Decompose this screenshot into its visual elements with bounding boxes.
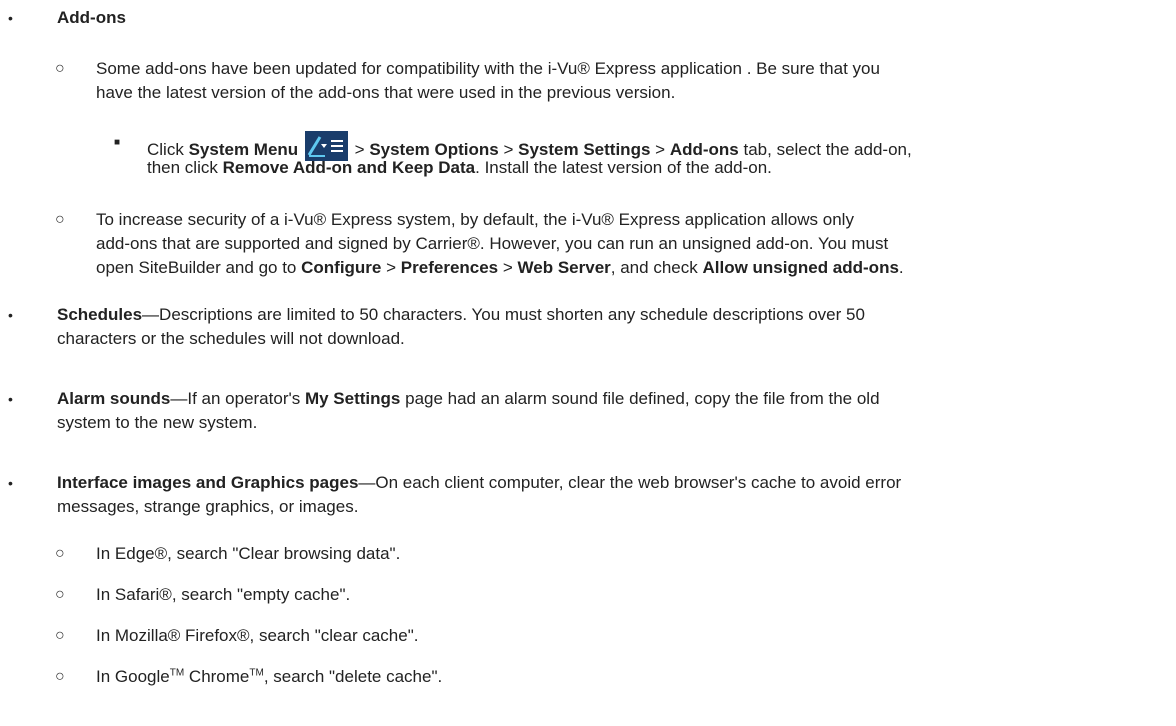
step-remove-keep: Remove Add-on and Keep Data xyxy=(222,158,476,177)
chrome-tm1: TM xyxy=(169,667,185,679)
bullet-alarm: • xyxy=(8,391,13,407)
sub2-web-server: Web Server xyxy=(517,258,611,277)
alarm-line2: system to the new system. xyxy=(57,413,258,432)
sub2-gt1: > xyxy=(386,258,397,277)
bullet-interface: • xyxy=(8,475,13,491)
bullet-addons-sub1: ○ xyxy=(55,60,65,77)
bullet-step: ■ xyxy=(114,137,121,148)
step-line2: then click Remove Add-on and Keep Data. … xyxy=(147,156,772,180)
interface-line1-rest: —On each client computer, clear the web … xyxy=(358,473,902,492)
bullet-addons-sub2: ○ xyxy=(55,211,65,228)
browser-chrome: In GoogleTM ChromeTM, search "delete cac… xyxy=(96,665,442,689)
sub2-pre: open SiteBuilder and go to xyxy=(96,258,297,277)
sub2-end: . xyxy=(898,258,904,277)
sub2-gt2: > xyxy=(502,258,513,277)
interface-line1: Interface images and Graphics pages—On e… xyxy=(57,471,901,495)
addons-sub1-line2: have the latest version of the add-ons t… xyxy=(96,83,676,102)
schedules-line1: Schedules—Descriptions are limited to 50… xyxy=(57,303,865,327)
alarm-heading: Alarm sounds xyxy=(57,389,171,408)
sub2-and-check: , and check xyxy=(610,258,698,277)
chrome-tm2: TM xyxy=(249,667,264,679)
sub2-allow-unsigned: Allow unsigned add-ons xyxy=(702,258,899,277)
addons-sub2-line1: To increase security of a i-Vu® Express … xyxy=(96,210,854,229)
bullet-safari: ○ xyxy=(55,586,65,603)
addons-sub2-line2: add-ons that are supported and signed by… xyxy=(96,234,889,253)
chrome-mid: Chrome xyxy=(184,667,250,686)
addons-heading: Add-ons xyxy=(57,8,126,27)
chrome-post: , search "delete cache". xyxy=(263,667,443,686)
bullet-addons: • xyxy=(8,10,13,26)
browser-firefox: In Mozilla® Firefox®, search "clear cach… xyxy=(96,626,419,645)
bullet-chrome: ○ xyxy=(55,668,65,685)
chrome-pre: In Google xyxy=(96,667,170,686)
schedules-line1-rest: —Descriptions are limited to 50 characte… xyxy=(142,305,865,324)
alarm-my-settings: My Settings xyxy=(304,389,401,408)
sub2-configure: Configure xyxy=(301,258,382,277)
sub2-preferences: Preferences xyxy=(400,258,499,277)
alarm-line1-pre: —If an operator's xyxy=(170,389,301,408)
schedules-line2: characters or the schedules will not dow… xyxy=(57,329,405,348)
browser-safari: In Safari®, search "empty cache". xyxy=(96,585,351,604)
bullet-schedules: • xyxy=(8,307,13,323)
alarm-line1-post: page had an alarm sound file defined, co… xyxy=(405,389,880,408)
bullet-firefox: ○ xyxy=(55,627,65,644)
addons-sub1-line1: Some add-ons have been updated for compa… xyxy=(96,59,880,78)
interface-heading: Interface images and Graphics pages xyxy=(57,473,359,492)
alarm-line1: Alarm sounds—If an operator's My Setting… xyxy=(57,387,880,411)
interface-line2: messages, strange graphics, or images. xyxy=(57,497,359,516)
bullet-edge: ○ xyxy=(55,545,65,562)
browser-edge: In Edge®, search "Clear browsing data". xyxy=(96,544,401,563)
step-then-click: then click xyxy=(147,158,218,177)
addons-sub2-line3: open SiteBuilder and go to Configure > P… xyxy=(96,256,904,280)
step-install-text: . Install the latest version of the add-… xyxy=(475,158,772,177)
schedules-heading: Schedules xyxy=(57,305,143,324)
